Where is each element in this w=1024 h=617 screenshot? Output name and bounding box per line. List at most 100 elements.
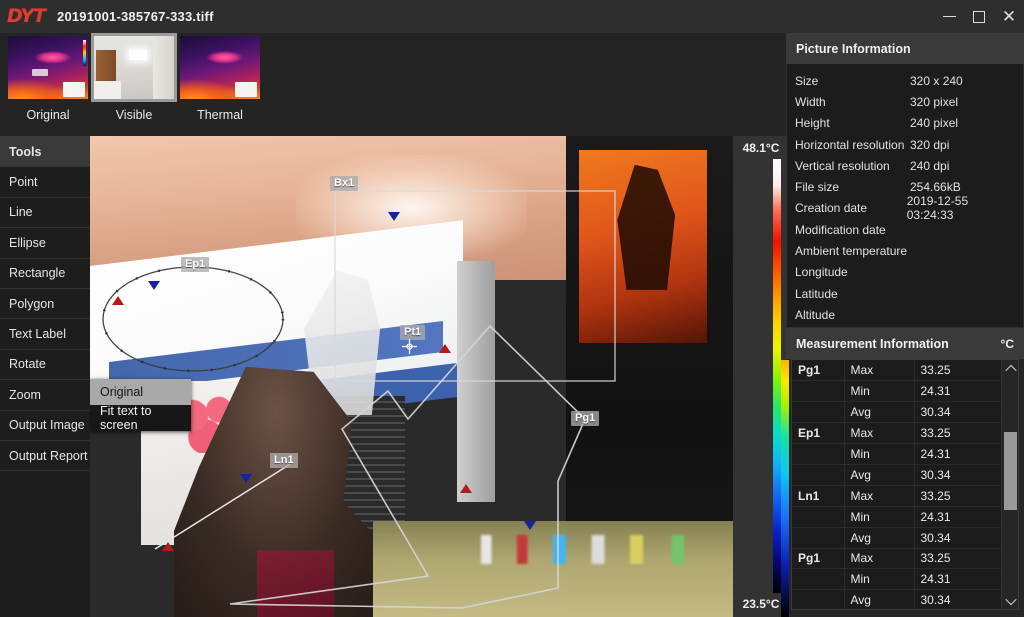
picture-information-title: Picture Information	[796, 41, 911, 56]
annotation-label-ep1[interactable]: Ep1	[181, 257, 210, 272]
marker-hot-ln1[interactable]	[162, 542, 174, 551]
annotation-label-pt1[interactable]: Pt1	[400, 325, 426, 340]
thermal-hotspot	[235, 82, 257, 97]
info-key: Ambient temperature	[795, 244, 908, 259]
table-row[interactable]: Pg1 Max 33.25	[792, 548, 1018, 570]
measure-name	[792, 464, 845, 486]
tool-item-rotate[interactable]: Rotate	[0, 350, 90, 381]
tools-sidebar: Tools Point Line Ellipse Rectangle Polyg…	[0, 136, 90, 617]
thermal-colorbar-icon	[83, 40, 86, 66]
tool-item-rectangle[interactable]: Rectangle	[0, 259, 90, 289]
measurement-palette-strip	[781, 360, 789, 617]
tool-item-line[interactable]: Line	[0, 198, 90, 229]
thumbnail-original[interactable]: Original	[5, 36, 91, 122]
measure-name	[792, 527, 845, 549]
marker-cold-bx1[interactable]	[388, 212, 400, 221]
application-window: DYT 20191001-385767-333.tiff ✕ Original	[0, 0, 1024, 617]
measure-name	[792, 506, 845, 528]
minimize-button[interactable]	[934, 0, 964, 33]
info-value: 320 dpi	[910, 137, 950, 152]
thumbnail-label: Original	[26, 108, 70, 122]
table-row[interactable]: Pg1 Max 33.25	[792, 360, 1018, 382]
measure-stat: Max	[844, 360, 915, 382]
temperature-max-label: 48.1°C	[742, 141, 780, 155]
table-row[interactable]: Ep1 Max 33.25	[792, 422, 1018, 445]
info-value: 240 dpi	[910, 158, 950, 173]
chevron-down-icon	[1004, 593, 1017, 605]
annotation-label-ln1[interactable]: Ln1	[270, 453, 298, 468]
info-value: 240 pixel	[910, 116, 959, 131]
temperature-colorbar[interactable]	[773, 159, 781, 593]
measure-name	[792, 380, 845, 403]
right-panel: Picture Information Size 320 x 240 Width…	[781, 33, 1024, 617]
scroll-up-button[interactable]	[1002, 360, 1018, 377]
marker-cold-pg1[interactable]	[524, 521, 536, 530]
table-row[interactable]: Avg 30.34	[792, 401, 1018, 424]
maximize-button[interactable]	[964, 0, 994, 33]
table-row[interactable]: Avg 30.34	[792, 464, 1018, 486]
table-row[interactable]: Avg 30.34	[792, 589, 1018, 609]
measure-name	[792, 401, 845, 424]
point-pt1-crosshair-icon[interactable]	[402, 339, 417, 354]
temperature-scale: 48.1°C 23.5°C	[733, 136, 786, 617]
measure-name: Ep1	[792, 422, 845, 445]
close-button[interactable]: ✕	[994, 0, 1024, 33]
measurement-information-body: Pg1 Max 33.25 Min 24.31 Avg 30.34 Ep1 Ma…	[791, 359, 1019, 610]
measure-name: Ln1	[792, 485, 845, 507]
info-row-horizontal-resolution: Horizontal resolution 320 dpi	[787, 134, 1023, 155]
info-value: 2019-12-55 03:24:33	[906, 194, 969, 223]
table-row[interactable]: Min 24.31	[792, 506, 1018, 528]
annotation-label-pg1[interactable]: Pg1	[571, 411, 600, 426]
measure-name: Pg1	[792, 360, 845, 382]
table-row[interactable]: Ln1 Max 33.25	[792, 485, 1018, 507]
info-key: Height	[795, 116, 830, 131]
app-logo: DYT	[7, 5, 46, 27]
thumbnail-thermal[interactable]: Thermal	[177, 36, 263, 122]
measurement-scrollbar[interactable]	[1001, 360, 1018, 609]
measurement-table: Pg1 Max 33.25 Min 24.31 Avg 30.34 Ep1 Ma…	[792, 360, 1018, 609]
measure-stat: Max	[844, 422, 915, 445]
line-ln1[interactable]	[154, 462, 293, 550]
table-row[interactable]: Min 24.31	[792, 380, 1018, 403]
thumbnail-thermal-image	[180, 36, 260, 99]
marker-hot-ep1[interactable]	[112, 296, 124, 305]
thumbnail-visible[interactable]: Visible	[91, 33, 177, 122]
tool-item-ellipse[interactable]: Ellipse	[0, 228, 90, 259]
annotation-label-bx1[interactable]: Bx1	[330, 176, 359, 191]
info-row-size: Size 320 x 240	[787, 70, 1023, 91]
info-row-longitude: Longitude	[787, 262, 1023, 283]
marker-cold-ln1[interactable]	[240, 474, 252, 483]
image-canvas[interactable]: Bx1 Ep1 Pt1 Ln1 Pg1 48.1°C 23.5°C Origin…	[90, 136, 786, 617]
tool-item-output-image[interactable]: Output Image	[0, 411, 90, 441]
marker-cold-ep1[interactable]	[148, 281, 160, 290]
tool-item-point[interactable]: Point	[0, 167, 90, 198]
zoom-option-original[interactable]: Original	[90, 379, 191, 405]
table-row[interactable]: Min 24.31	[792, 568, 1018, 591]
tool-item-polygon[interactable]: Polygon	[0, 289, 90, 320]
scroll-down-button[interactable]	[1002, 592, 1018, 609]
table-row[interactable]: Min 24.31	[792, 443, 1018, 465]
measure-stat: Avg	[844, 401, 915, 424]
tool-item-text-label[interactable]: Text Label	[0, 319, 90, 350]
scrollbar-thumb[interactable]	[1004, 432, 1017, 510]
picture-information-header: Picture Information	[786, 33, 1024, 64]
table-row[interactable]: Avg 30.34	[792, 527, 1018, 549]
tool-item-output-report[interactable]: Output Report	[0, 441, 90, 472]
annotation-shapes	[101, 190, 616, 609]
measure-stat: Max	[844, 485, 915, 507]
info-row-latitude: Latitude	[787, 283, 1023, 304]
zoom-option-fit-text-to-screen[interactable]: Fit text to screen	[90, 404, 191, 432]
temperature-min-label: 23.5°C	[742, 597, 780, 611]
thumbnail-label: Thermal	[197, 108, 243, 122]
tool-item-zoom[interactable]: Zoom	[0, 380, 90, 411]
info-key: Altitude	[795, 307, 836, 322]
thermal-hotspot	[63, 82, 85, 97]
info-row-creation-date: Creation date 2019-12-55 03:24:33	[787, 194, 1023, 222]
measure-name	[792, 589, 845, 609]
marker-hot-bx1[interactable]	[439, 344, 451, 353]
rectangle-bx1[interactable]	[334, 190, 616, 382]
thumbnail-strip: Original Visible Thermal	[0, 33, 786, 136]
close-icon: ✕	[1001, 7, 1017, 26]
marker-hot-pg1[interactable]	[460, 484, 472, 493]
info-key: Longitude	[795, 265, 848, 280]
